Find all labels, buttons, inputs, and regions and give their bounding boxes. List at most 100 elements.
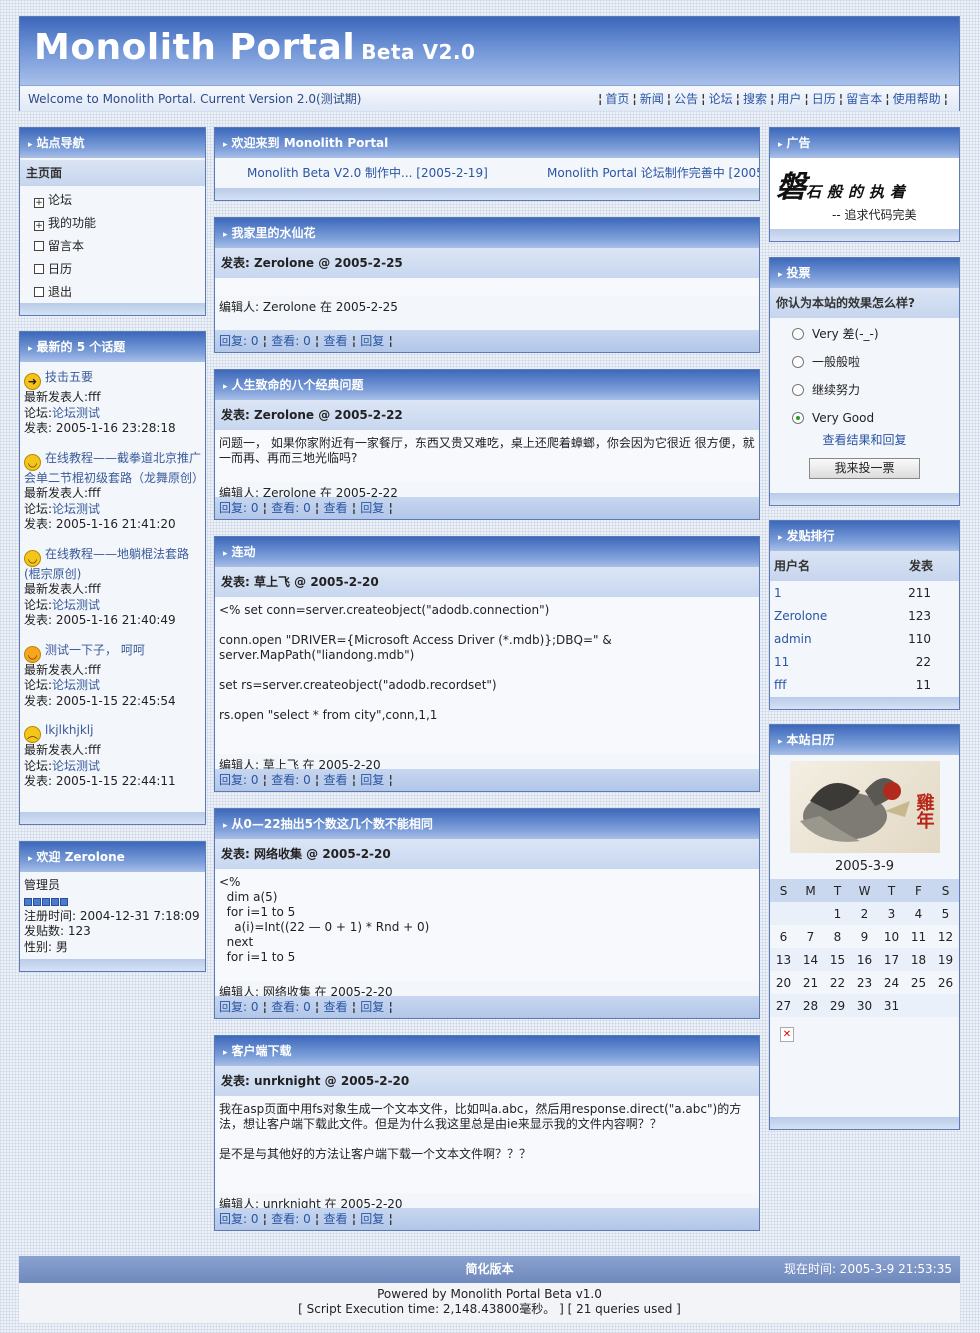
nav-tree-item[interactable]: 留言本 — [20, 235, 205, 258]
calendar-day[interactable]: 7 — [797, 925, 824, 948]
nav-link[interactable]: 论坛 — [709, 92, 733, 106]
poll-results-link[interactable]: 查看结果和回复 — [822, 433, 906, 447]
post-reply-link[interactable]: 回复: 0 — [219, 501, 259, 515]
calendar-day[interactable]: 21 — [797, 971, 824, 994]
nav-tree-item[interactable]: + 我的功能 — [20, 212, 205, 235]
calendar-day[interactable]: 27 — [770, 994, 797, 1017]
calendar-day[interactable]: 17 — [878, 948, 905, 971]
post-reply-link[interactable]: 回复: 0 — [219, 1000, 259, 1014]
calendar-day[interactable]: 3 — [878, 902, 905, 925]
topic-title-link[interactable]: 在线教程——地躺棍法套路(棍宗原创) — [24, 547, 189, 581]
calendar-day[interactable]: 20 — [770, 971, 797, 994]
calendar-day[interactable]: 2 — [851, 902, 878, 925]
ticker-item[interactable]: Monolith Portal 论坛制作完善中 [2005 — [547, 158, 759, 188]
calendar-day[interactable]: 25 — [905, 971, 932, 994]
topic-title-link[interactable]: lkjlkhjklj — [45, 723, 93, 737]
post-reply2-link[interactable]: 回复 — [360, 1212, 384, 1226]
post-view2-link[interactable]: 查看 — [324, 1212, 348, 1226]
calendar-day[interactable]: 10 — [878, 925, 905, 948]
poll-option[interactable]: 一般般啦 — [770, 348, 959, 376]
post-reply2-link[interactable]: 回复 — [360, 773, 384, 787]
calendar-day[interactable]: 29 — [824, 994, 851, 1017]
calendar-day[interactable]: 11 — [905, 925, 932, 948]
calendar-day[interactable]: 12 — [932, 925, 959, 948]
vote-button[interactable]: 我来投一票 — [809, 458, 920, 479]
poll-option[interactable]: Very 差(-_-) — [770, 320, 959, 348]
topic-forum-link[interactable]: 论坛测试 — [52, 502, 100, 516]
topic-forum-link[interactable]: 论坛测试 — [52, 406, 100, 420]
calendar-day[interactable]: 18 — [905, 948, 932, 971]
calendar-day[interactable]: 13 — [770, 948, 797, 971]
nav-home[interactable]: 主页面 — [20, 160, 205, 186]
topic-title-link[interactable]: 测试一下子， 呵呵 — [45, 643, 145, 657]
calendar-day[interactable]: 26 — [932, 971, 959, 994]
calendar-day[interactable]: 16 — [851, 948, 878, 971]
post-reply-link[interactable]: 回复: 0 — [219, 1212, 259, 1226]
calendar-day[interactable]: 23 — [851, 971, 878, 994]
ad-banner[interactable]: 磐石般的执着 -- 追求代码完美 — [770, 158, 959, 230]
post-reply2-link[interactable]: 回复 — [360, 501, 384, 515]
calendar-day[interactable]: 8 — [824, 925, 851, 948]
ticker-item[interactable]: Monolith Beta V2.0 制作中... [2005-2-19] — [247, 166, 488, 180]
rank-user-link[interactable]: 11 — [770, 650, 870, 673]
calendar-day[interactable]: 14 — [797, 948, 824, 971]
topic-forum-link[interactable]: 论坛测试 — [52, 759, 100, 773]
calendar-day[interactable]: 4 — [905, 902, 932, 925]
topic-title-link[interactable]: 技击五要 — [45, 370, 93, 384]
radio-button[interactable] — [792, 356, 804, 368]
nav-link[interactable]: 使用帮助 — [893, 92, 941, 106]
post-title[interactable]: 从0—22抽出5个数这几个数不能相同 — [232, 817, 433, 831]
calendar-day[interactable] — [905, 994, 932, 1017]
radio-button[interactable] — [792, 384, 804, 396]
rank-user-link[interactable]: fff — [770, 673, 870, 696]
nav-link[interactable]: 公告 — [674, 92, 698, 106]
rank-user-link[interactable]: 1 — [770, 581, 870, 604]
rank-user-link[interactable]: admin — [770, 627, 870, 650]
post-reply2-link[interactable]: 回复 — [360, 1000, 384, 1014]
calendar-day[interactable]: 30 — [851, 994, 878, 1017]
nav-tree-item[interactable]: 退出 — [20, 281, 205, 304]
calendar-day[interactable]: 1 — [824, 902, 851, 925]
calendar-day[interactable]: 6 — [770, 925, 797, 948]
calendar-day[interactable]: 19 — [932, 948, 959, 971]
calendar-day[interactable] — [797, 902, 824, 925]
post-view1-link[interactable]: 查看: 0 — [271, 334, 311, 348]
calendar-day[interactable]: 9 — [851, 925, 878, 948]
rank-user-link[interactable]: Zerolone — [770, 604, 870, 627]
calendar-day[interactable]: 24 — [878, 971, 905, 994]
nav-link[interactable]: 用户 — [777, 92, 801, 106]
calendar-day[interactable]: 15 — [824, 948, 851, 971]
calendar-day[interactable] — [770, 902, 797, 925]
topic-forum-link[interactable]: 论坛测试 — [52, 598, 100, 612]
post-reply-link[interactable]: 回复: 0 — [219, 773, 259, 787]
nav-link[interactable]: 搜索 — [743, 92, 767, 106]
post-title[interactable]: 客户端下载 — [232, 1044, 292, 1058]
post-title[interactable]: 连动 — [232, 545, 256, 559]
calendar-day[interactable]: 31 — [878, 994, 905, 1017]
post-view1-link[interactable]: 查看: 0 — [271, 501, 311, 515]
radio-button[interactable] — [792, 412, 804, 424]
poll-option[interactable]: 继续努力 — [770, 376, 959, 404]
calendar-day[interactable]: 28 — [797, 994, 824, 1017]
post-view2-link[interactable]: 查看 — [324, 1000, 348, 1014]
topic-title-link[interactable]: 在线教程——截拳道北京推广会单二节棍初级套路（龙舞原创） — [24, 451, 204, 485]
post-view1-link[interactable]: 查看: 0 — [271, 1000, 311, 1014]
radio-button[interactable] — [792, 328, 804, 340]
nav-tree-item[interactable]: 日历 — [20, 258, 205, 281]
nav-link[interactable]: 留言本 — [846, 92, 882, 106]
post-title[interactable]: 我家里的水仙花 — [232, 226, 316, 240]
topic-forum-link[interactable]: 论坛测试 — [52, 678, 100, 692]
post-reply2-link[interactable]: 回复 — [360, 334, 384, 348]
calendar-day[interactable]: 5 — [932, 902, 959, 925]
nav-tree-item[interactable]: + 论坛 — [20, 189, 205, 212]
poll-option[interactable]: Very Good — [770, 404, 959, 432]
post-reply-link[interactable]: 回复: 0 — [219, 334, 259, 348]
nav-link[interactable]: 首页 — [605, 92, 629, 106]
post-view1-link[interactable]: 查看: 0 — [271, 773, 311, 787]
post-view2-link[interactable]: 查看 — [324, 334, 348, 348]
calendar-day[interactable]: 22 — [824, 971, 851, 994]
calendar-day[interactable] — [932, 994, 959, 1017]
nav-link[interactable]: 新闻 — [640, 92, 664, 106]
nav-link[interactable]: 日历 — [812, 92, 836, 106]
post-view2-link[interactable]: 查看 — [324, 501, 348, 515]
